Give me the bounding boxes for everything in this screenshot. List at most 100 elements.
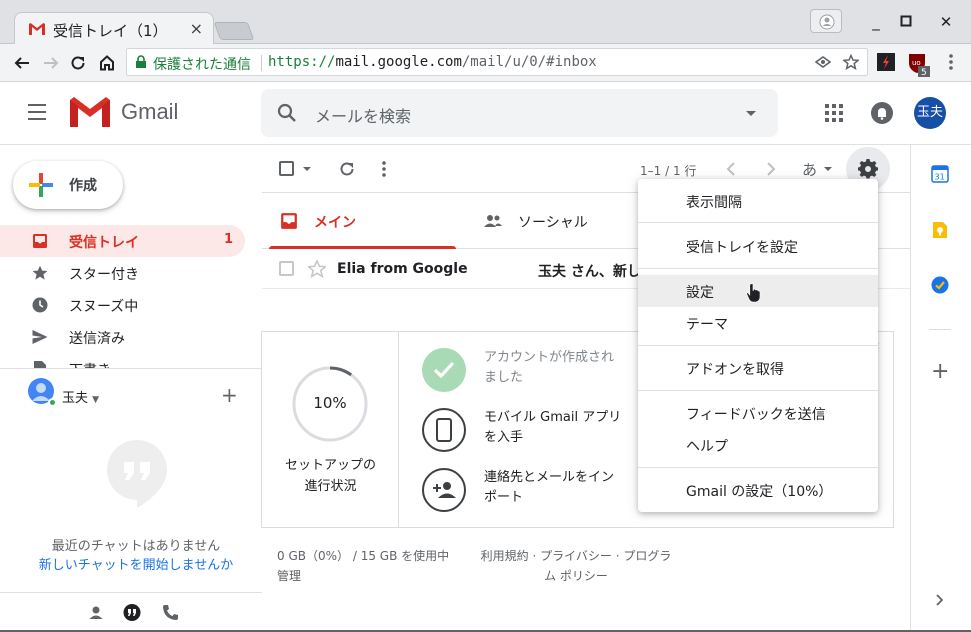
extension-red-icon[interactable] (876, 52, 896, 72)
sidebar-item-label: 下書き (69, 360, 111, 368)
sidebar-item-snoozed[interactable]: スヌーズ中 (0, 289, 245, 321)
menu-divider (638, 390, 878, 391)
input-tools-button[interactable]: あ (802, 159, 817, 180)
window-close-button[interactable]: ✕ (931, 10, 961, 34)
contacts-person-icon[interactable] (86, 603, 106, 623)
setup-step-text: アカウントが作成され ました (484, 348, 644, 388)
search-icon[interactable] (277, 103, 297, 123)
menu-item-send-feedback[interactable]: フィードバックを送信 (638, 397, 878, 429)
mail-subject: 玉夫 さん、新し (538, 264, 641, 280)
google-apps-icon[interactable] (825, 104, 843, 122)
setup-label-line2: 進行状況 (304, 479, 357, 494)
more-options-icon[interactable] (380, 160, 388, 178)
browser-profile-icon[interactable] (810, 9, 842, 33)
draft-icon (34, 361, 46, 368)
start-new-chat-link[interactable]: 新しいチャットを開始しませんか (0, 554, 272, 573)
select-options-icon[interactable] (303, 167, 311, 171)
reload-icon[interactable] (64, 49, 92, 77)
storage-usage: 0 GB（0%） / 15 GB を使用中 管理 (277, 546, 449, 586)
setup-label-line1: セットアップの (284, 458, 376, 473)
browser-tab-title: 受信トレイ（1） (53, 22, 168, 40)
people-icon (484, 215, 502, 227)
gear-icon (858, 159, 878, 179)
send-icon (32, 330, 48, 344)
gmail-logo-icon[interactable] (70, 97, 110, 127)
sidebar-item-inbox[interactable]: 受信トレイ 1 (0, 225, 245, 257)
svg-text:uo: uo (912, 59, 921, 67)
main-menu-icon[interactable] (28, 104, 54, 124)
tab-primary[interactable]: メイン (262, 193, 456, 249)
notifications-icon[interactable] (871, 102, 893, 124)
new-tab-button[interactable] (213, 22, 255, 40)
forward-arrow-icon[interactable] (37, 49, 65, 77)
calendar-icon[interactable]: 31 (931, 165, 949, 183)
url-host: mail.google.com (335, 54, 462, 70)
menu-item-label: テーマ (686, 317, 728, 333)
menu-item-configure-inbox[interactable]: 受信トレイを設定 (638, 230, 878, 262)
window-maximize-button[interactable] (891, 10, 921, 34)
side-panel-divider (929, 329, 951, 330)
menu-item-display-density[interactable]: 表示間隔 (638, 185, 878, 217)
url-scheme: https:// (268, 54, 336, 70)
compose-button[interactable]: 作成 (13, 161, 123, 209)
terms-line1[interactable]: 利用規約 · プライバシー · プログラ (476, 546, 676, 566)
mail-row-checkbox[interactable] (279, 261, 294, 276)
account-avatar[interactable]: 玉夫 (914, 97, 946, 129)
hangouts-empty-icon (107, 440, 167, 508)
browser-menu-icon[interactable] (941, 52, 961, 72)
storage-usage-text: 0 GB（0%） / 15 GB を使用中 (277, 549, 450, 563)
older-chevron-left-icon[interactable] (726, 162, 736, 176)
select-all-checkbox[interactable] (279, 161, 294, 176)
refresh-icon[interactable] (338, 160, 356, 178)
sidebar-item-drafts[interactable]: 下書き (0, 353, 245, 368)
address-bar[interactable]: 保護された通信 https://mail.google.com/mail/u/0… (126, 48, 868, 76)
new-chat-plus-icon[interactable]: + (221, 383, 238, 407)
window-minimize-button[interactable]: _ (861, 10, 891, 34)
home-icon[interactable] (93, 49, 121, 77)
tasks-icon[interactable] (931, 276, 949, 294)
add-on-plus-icon[interactable]: + (931, 361, 949, 383)
keep-icon[interactable] (931, 221, 949, 239)
newer-chevron-right-icon[interactable] (766, 162, 776, 176)
setup-step-line1: アカウントが作成され (484, 350, 615, 365)
menu-divider (638, 222, 878, 223)
ublock-shield-icon[interactable]: uo 5 (907, 52, 930, 78)
hangouts-divider (0, 368, 262, 369)
manage-storage-link[interactable]: 管理 (277, 566, 449, 586)
menu-item-themes[interactable]: テーマ (638, 307, 878, 339)
search-input[interactable]: メールを検索 (315, 103, 411, 127)
chevron-down-icon: ▼ (92, 395, 100, 405)
phone-call-icon[interactable] (160, 603, 180, 623)
terms-line2[interactable]: ム ポリシー (476, 566, 676, 586)
star-outline-icon[interactable] (308, 260, 326, 278)
menu-item-help[interactable]: ヘルプ (638, 429, 878, 461)
sidebar-item-sent[interactable]: 送信済み (0, 321, 245, 353)
input-tools-caret-icon[interactable] (824, 167, 832, 171)
menu-item-get-addons[interactable]: アドオンを取得 (638, 352, 878, 384)
hangouts-user-name-text: 玉夫 (62, 391, 89, 406)
menu-item-label: アドオンを取得 (686, 362, 784, 378)
back-arrow-icon[interactable] (8, 49, 36, 77)
compose-label: 作成 (69, 178, 97, 194)
tab-label: メイン (314, 215, 356, 231)
menu-item-label: フィードバックを送信 (686, 407, 826, 423)
menu-divider (638, 467, 878, 468)
bookmark-star-icon[interactable] (843, 54, 859, 70)
search-options-icon[interactable] (746, 111, 756, 116)
terms-links[interactable]: 利用規約 · プライバシー · プログラ ム ポリシー (476, 546, 676, 586)
expand-panel-chevron-icon[interactable] (935, 594, 945, 606)
tab-close-icon[interactable]: × (190, 19, 203, 38)
tracking-eye-icon[interactable] (815, 54, 831, 70)
menu-item-gmail-setup[interactable]: Gmail の設定（10%） (638, 474, 878, 506)
gmail-header: Gmail メールを検索 玉夫 (0, 82, 971, 145)
tab-social[interactable]: ソーシャル (467, 193, 657, 249)
browser-tabstrip: 受信トレイ（1） × _ ✕ (0, 0, 971, 45)
sidebar-item-starred[interactable]: スター付き (0, 257, 245, 289)
menu-item-label: 設定 (686, 285, 714, 301)
browser-tab-inbox[interactable]: 受信トレイ（1） × (14, 12, 214, 45)
inbox-icon (281, 213, 297, 229)
mail-search-box[interactable]: メールを検索 (261, 89, 778, 137)
hangouts-quote-icon[interactable] (122, 603, 142, 623)
sidebar-nav: 受信トレイ 1 スター付き スヌーズ中 送信済み 下書き (0, 224, 262, 368)
settings-menu: 表示間隔 受信トレイを設定 設定 テーマ アドオンを取得 フィードバックを送信 … (638, 179, 878, 512)
